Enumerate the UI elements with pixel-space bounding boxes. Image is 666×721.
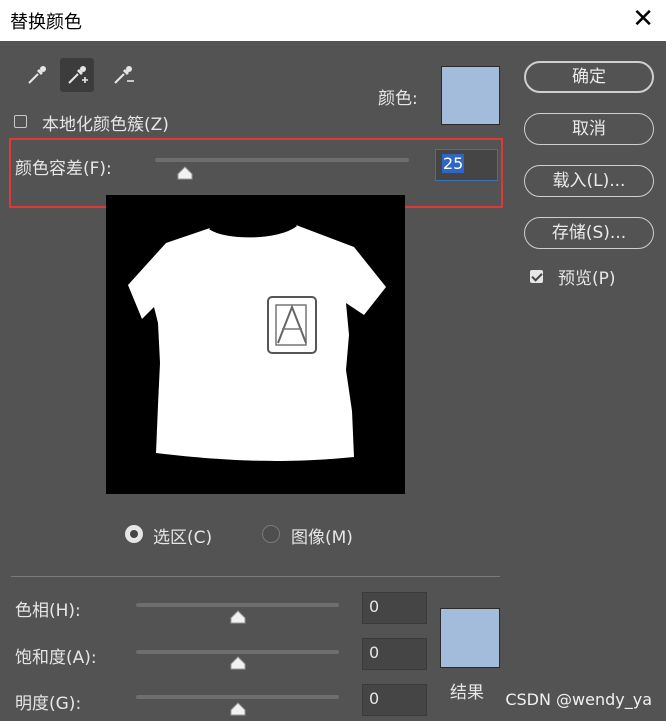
cancel-button[interactable]: 取消 [524, 113, 654, 145]
eyedropper-tool[interactable] [20, 58, 54, 92]
save-button[interactable]: 存储(S)... [524, 217, 654, 249]
fuzziness-slider-thumb[interactable] [177, 166, 193, 180]
shirt-mask-image [128, 223, 386, 461]
localized-clusters-checkbox[interactable] [14, 115, 27, 128]
dialog-title: 替换颜色 [10, 12, 82, 33]
title-bar: 替换颜色 ✕ [0, 0, 666, 41]
eyedropper-plus-tool[interactable] [60, 58, 94, 92]
result-swatch [440, 608, 500, 668]
color-swatch[interactable] [441, 66, 500, 125]
hue-slider[interactable] [136, 603, 339, 607]
fuzziness-label: 颜色容差(F): [15, 159, 112, 179]
saturation-input[interactable]: 0 [362, 638, 427, 670]
saturation-label: 饱和度(A): [15, 648, 97, 668]
preview-checkbox-label: 预览(P) [558, 269, 616, 289]
hue-label: 色相(H): [15, 601, 81, 621]
hue-input[interactable]: 0 [362, 592, 427, 624]
selection-radio[interactable] [125, 525, 143, 543]
eyedropper-minus-tool[interactable] [106, 58, 140, 92]
watermark: CSDN @wendy_ya [505, 690, 652, 709]
lightness-slider-thumb[interactable] [230, 702, 246, 716]
fuzziness-input[interactable]: 25 [435, 149, 498, 181]
eyedropper-minus-icon [114, 66, 134, 84]
eyedropper-plus-icon [68, 66, 88, 84]
saturation-slider[interactable] [136, 650, 339, 654]
lightness-input[interactable]: 0 [362, 684, 427, 716]
section-divider [11, 576, 500, 577]
result-label: 结果 [450, 683, 484, 703]
lightness-label: 明度(G): [15, 694, 82, 714]
selection-radio-label: 选区(C) [153, 528, 213, 548]
load-button[interactable]: 载入(L)... [524, 165, 654, 197]
selection-preview [106, 195, 405, 494]
eyedropper-icon [28, 66, 46, 84]
fuzziness-slider[interactable] [155, 158, 409, 162]
ok-button[interactable]: 确定 [524, 61, 654, 93]
lightness-slider[interactable] [136, 695, 339, 699]
close-icon[interactable]: ✕ [632, 5, 654, 33]
saturation-slider-thumb[interactable] [230, 656, 246, 670]
preview-checkbox[interactable] [530, 270, 543, 283]
localized-clusters-label: 本地化颜色簇(Z) [42, 115, 169, 135]
color-label: 颜色: [378, 89, 418, 109]
image-radio[interactable] [262, 525, 280, 543]
image-radio-label: 图像(M) [291, 528, 353, 548]
hue-slider-thumb[interactable] [230, 610, 246, 624]
